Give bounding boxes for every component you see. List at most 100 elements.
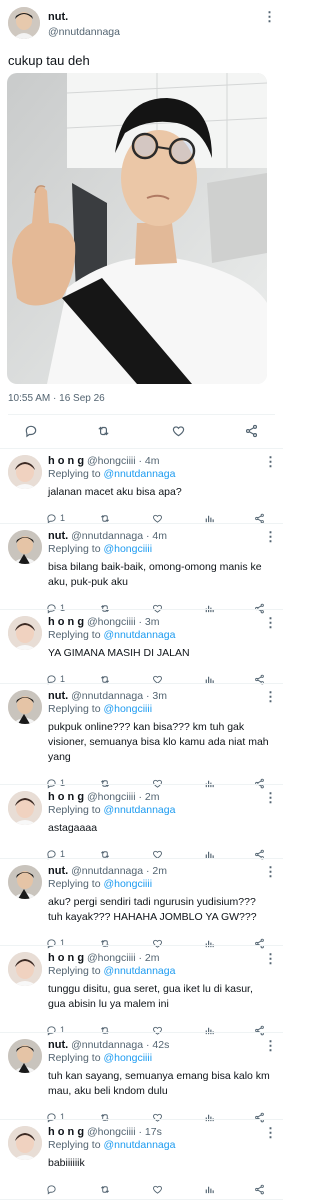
more-icon[interactable]: ⋮ — [264, 1126, 277, 1139]
reply-tweet[interactable]: nut. @nnutdannaga · 42s Replying to @hon… — [0, 1033, 283, 1123]
author-name[interactable]: h o n g — [48, 791, 84, 803]
author-handle[interactable]: @hongciiii — [87, 1126, 136, 1138]
reply-text: tunggu disitu, gua seret, gua iket lu di… — [48, 982, 274, 1012]
like-button[interactable] — [152, 1181, 163, 1197]
more-icon[interactable]: ⋮ — [264, 865, 277, 878]
reply-text-line: yang — [48, 751, 71, 763]
author-handle[interactable]: @hongciiii — [87, 791, 136, 803]
share-button[interactable] — [254, 1181, 265, 1197]
reply-tweet[interactable]: h o n g @hongciiii · 2m Replying to @nnu… — [0, 785, 283, 860]
replying-to-label: Replying to — [48, 468, 101, 480]
avatar[interactable] — [8, 7, 40, 39]
replying-to-handle[interactable]: @nnutdannaga — [103, 1139, 175, 1151]
replying-to-handle[interactable]: @nnutdannaga — [103, 965, 175, 977]
author-name[interactable]: nut. — [48, 530, 68, 542]
tweet-text: cukup tau deh — [8, 53, 90, 68]
reply-tweet[interactable]: nut. @nnutdannaga · 4m Replying to @hong… — [0, 524, 283, 614]
reply-actions — [46, 1181, 272, 1197]
reply-tweet[interactable]: h o n g @hongciiii · 4m Replying to @nnu… — [0, 449, 283, 524]
author-name[interactable]: nut. — [48, 690, 68, 702]
replying-to-handle[interactable]: @hongciiii — [103, 1052, 152, 1064]
replying-to-label: Replying to — [48, 878, 101, 890]
reply-icon — [47, 513, 56, 524]
retweet-button[interactable] — [99, 1181, 111, 1197]
avatar[interactable] — [8, 952, 42, 986]
replying-to-label: Replying to — [48, 629, 101, 641]
author-handle[interactable]: @nnutdannaga — [71, 1039, 143, 1051]
avatar[interactable] — [8, 1126, 42, 1160]
main-retweet-button[interactable] — [96, 424, 111, 443]
author-name[interactable]: nut. — [48, 865, 68, 877]
reply-time[interactable]: 3m — [145, 616, 160, 628]
reply-text-line: aku, puk-puk aku — [48, 576, 128, 588]
reply-time[interactable]: 17s — [145, 1126, 162, 1138]
replying-to-handle[interactable]: @hongciiii — [103, 543, 152, 555]
author-handle[interactable]: @nnutdannaga — [48, 26, 120, 38]
replying-to-handle[interactable]: @nnutdannaga — [103, 629, 175, 641]
main-share-button[interactable] — [244, 424, 259, 443]
like-icon — [153, 514, 162, 523]
avatar[interactable] — [8, 530, 42, 564]
reply-tweet[interactable]: h o n g @hongciiii · 17s Replying to @nn… — [0, 1120, 283, 1200]
author-name[interactable]: nut. — [48, 11, 68, 23]
tweet-timestamp: 10:55 AM · 16 Sep 26 — [8, 393, 105, 404]
replying-to-handle[interactable]: @hongciiii — [103, 878, 152, 890]
more-icon[interactable]: ⋮ — [264, 952, 277, 965]
author-handle[interactable]: @nnutdannaga — [71, 690, 143, 702]
reply-time[interactable]: 2m — [152, 865, 167, 877]
avatar[interactable] — [8, 791, 42, 825]
share-icon — [255, 513, 264, 523]
author-handle[interactable]: @nnutdannaga — [71, 865, 143, 877]
reply-tweet[interactable]: h o n g @hongciiii · 2m Replying to @nnu… — [0, 946, 283, 1036]
author-name[interactable]: h o n g — [48, 455, 84, 467]
more-icon[interactable]: ⋮ — [264, 1039, 277, 1052]
time-separator: · — [138, 791, 143, 803]
reply-text: pukpuk online??? kan bisa??? km tuh gak v… — [48, 720, 274, 765]
main-like-button[interactable] — [171, 424, 186, 443]
reply-time[interactable]: 42s — [152, 1039, 169, 1051]
more-icon[interactable]: ⋮ — [264, 530, 277, 543]
replying-to-label: Replying to — [48, 1139, 101, 1151]
author-name[interactable]: h o n g — [48, 1126, 84, 1138]
reply-tweet[interactable]: nut. @nnutdannaga · 2m Replying to @hong… — [0, 859, 283, 949]
more-icon[interactable]: ⋮ — [264, 791, 277, 804]
replying-to-label: Replying to — [48, 703, 101, 715]
more-icon[interactable]: ⋮ — [264, 616, 277, 629]
author-handle[interactable]: @hongciiii — [87, 455, 136, 467]
main-reply-button[interactable] — [24, 424, 38, 443]
share-icon — [255, 1184, 264, 1194]
tweet-photo[interactable] — [7, 73, 267, 384]
author-handle[interactable]: @hongciiii — [87, 616, 136, 628]
time-separator: · — [146, 865, 150, 877]
avatar[interactable] — [8, 455, 42, 489]
avatar[interactable] — [8, 865, 42, 899]
reply-tweet[interactable]: h o n g @hongciiii · 3m Replying to @nnu… — [0, 610, 283, 685]
reply-time[interactable]: 2m — [145, 791, 160, 803]
author-handle[interactable]: @nnutdannaga — [71, 530, 143, 542]
reply-text: babiiiiiik — [48, 1156, 274, 1171]
reply-tweet[interactable]: nut. @nnutdannaga · 3m Replying to @hong… — [0, 684, 283, 789]
author-name[interactable]: nut. — [48, 1039, 68, 1051]
avatar[interactable] — [8, 1039, 42, 1073]
more-icon[interactable]: ⋮ — [263, 10, 276, 23]
avatar[interactable] — [8, 616, 42, 650]
analytics-button[interactable] — [204, 1181, 215, 1197]
retweet-icon — [101, 1185, 109, 1193]
retweet-icon — [98, 426, 109, 436]
reply-time[interactable]: 4m — [145, 455, 160, 467]
replying-to-handle[interactable]: @hongciiii — [103, 703, 152, 715]
reply-text: astagaaaa — [48, 821, 274, 836]
replying-to-handle[interactable]: @nnutdannaga — [103, 468, 175, 480]
more-icon[interactable]: ⋮ — [264, 690, 277, 703]
reply-text-line: tuh kayak??? HAHAHA JOMBLO YA GW??? — [48, 911, 257, 923]
replying-to-handle[interactable]: @nnutdannaga — [103, 804, 175, 816]
author-name[interactable]: h o n g — [48, 616, 84, 628]
reply-button[interactable] — [46, 1181, 60, 1197]
more-icon[interactable]: ⋮ — [264, 455, 277, 468]
reply-time[interactable]: 2m — [145, 952, 160, 964]
reply-time[interactable]: 3m — [152, 690, 167, 702]
avatar[interactable] — [8, 690, 42, 724]
reply-time[interactable]: 4m — [152, 530, 167, 542]
author-handle[interactable]: @hongciiii — [87, 952, 136, 964]
author-name[interactable]: h o n g — [48, 952, 84, 964]
